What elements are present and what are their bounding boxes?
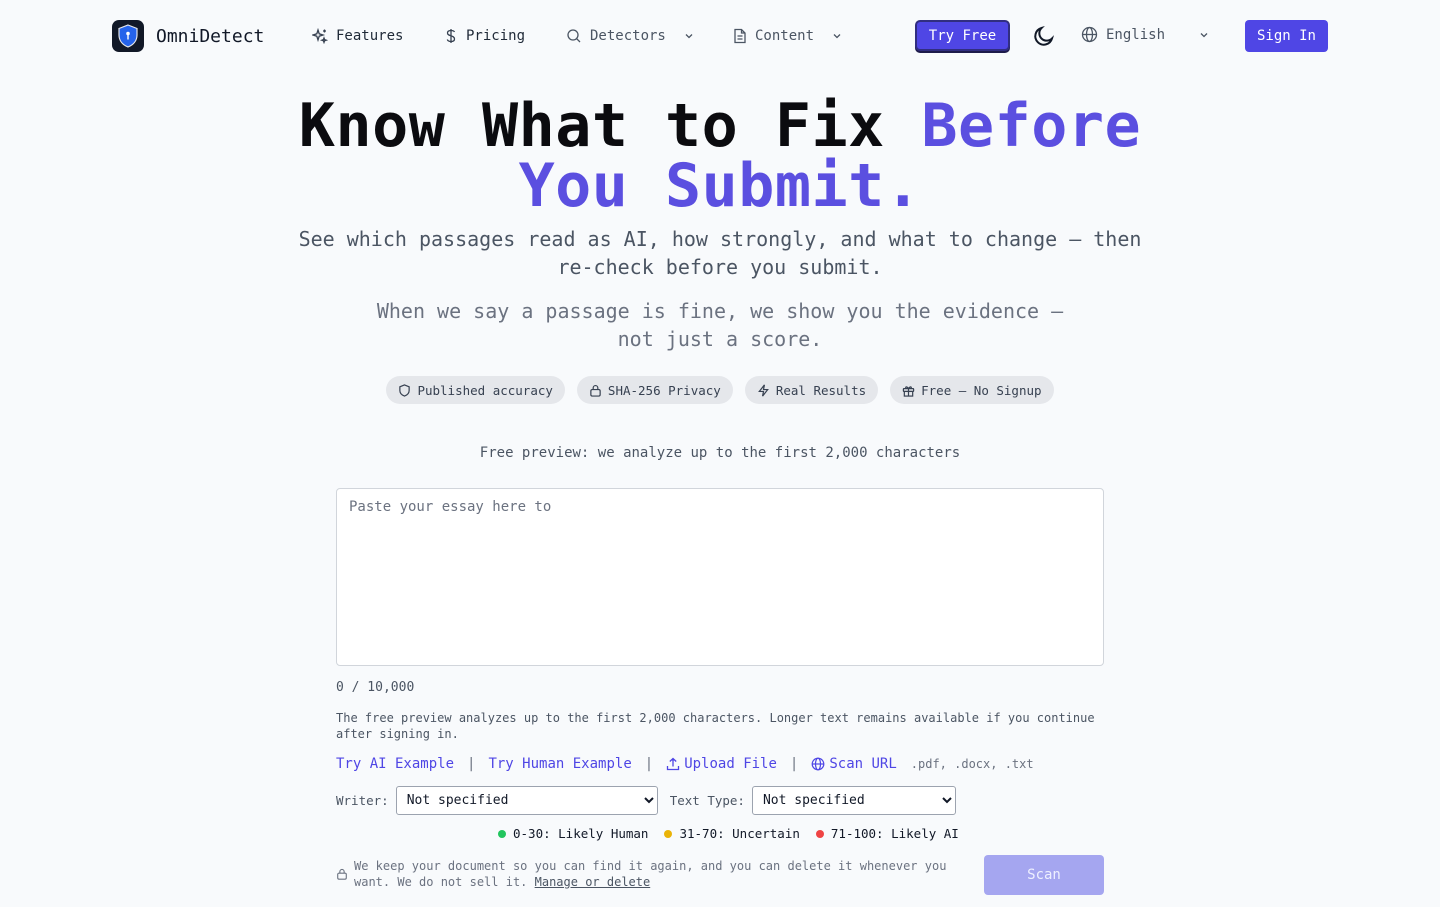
upload-file-label: Upload File: [684, 756, 777, 772]
hero-title-end: .: [884, 151, 922, 221]
chevron-down-icon: [1200, 32, 1208, 37]
gift-icon: [902, 385, 915, 397]
try-human-example-link[interactable]: Try Human Example: [488, 756, 631, 772]
privacy-notice: We keep your document so you can find it…: [336, 858, 956, 890]
sign-in-button[interactable]: Sign In: [1245, 20, 1328, 52]
dark-mode-toggle[interactable]: [1032, 24, 1056, 52]
legend-likely-ai: 71-100: Likely AI: [815, 826, 959, 841]
green-dot-icon: [498, 829, 506, 838]
try-ai-example-link[interactable]: Try AI Example: [336, 756, 454, 772]
badge-label: Free — No Signup: [921, 382, 1042, 398]
document-icon: [734, 28, 746, 44]
badge-label: Real Results: [775, 382, 867, 398]
lock-icon: [337, 868, 347, 880]
separator: |: [644, 756, 654, 772]
hero-subtitle-2: When we say a passage is fine, we show y…: [376, 299, 1064, 351]
nav-content[interactable]: Content: [733, 26, 842, 46]
badge-free-no-signup: Free — No Signup: [890, 376, 1054, 404]
shield-logo-icon: [112, 20, 144, 52]
badge-sha256-privacy: SHA-256 Privacy: [576, 376, 733, 404]
legend-label: 31-70: Uncertain: [679, 826, 800, 841]
scan-button[interactable]: Scan: [984, 855, 1104, 895]
character-counter: 0 / 10,000: [336, 680, 415, 695]
privacy-text-block: We keep your document so you can find it…: [354, 858, 956, 890]
writer-label: Writer:: [336, 793, 389, 808]
separator: |: [467, 756, 476, 772]
globe-icon: [811, 757, 825, 771]
options-row: Writer: Not specified Text Type: Not spe…: [336, 786, 956, 815]
supported-formats: .pdf, .docx, .txt: [910, 757, 1034, 771]
legend-label: 71-100: Likely AI: [830, 826, 959, 841]
nav-pricing[interactable]: Pricing: [444, 26, 525, 46]
nav-features[interactable]: Features: [312, 26, 403, 46]
hero-title: Know What to Fix Before You Submit.: [0, 96, 1440, 216]
lock-icon: [590, 384, 601, 397]
brand-name: OmniDetect: [156, 25, 265, 47]
hero-title-accent-1: Before: [921, 91, 1142, 161]
chevron-down-icon: [833, 34, 841, 39]
hero-subtitle: See which passages read as AI, how stron…: [298, 227, 1142, 279]
scan-url-label: Scan URL: [829, 756, 897, 772]
scan-url-link[interactable]: Scan URL: [811, 756, 897, 772]
search-icon: [567, 29, 581, 43]
manage-or-delete-link[interactable]: Manage or delete: [535, 875, 651, 889]
separator: |: [789, 756, 799, 772]
nav-pricing-label: Pricing: [466, 28, 526, 44]
legend-label: 0-30: Likely Human: [513, 826, 649, 841]
try-free-button[interactable]: Try Free: [915, 20, 1010, 51]
legend-uncertain: 31-70: Uncertain: [664, 826, 800, 841]
writer-select[interactable]: Not specified: [395, 786, 658, 815]
text-type-select[interactable]: Not specified: [751, 786, 956, 815]
nav-content-label: Content: [755, 28, 815, 44]
language-label: English: [1106, 26, 1166, 43]
score-legend: 0-30: Likely Human 31-70: Uncertain 71-1…: [498, 826, 959, 841]
moon-icon: [1034, 25, 1055, 46]
text-type-label: Text Type:: [669, 793, 745, 808]
badge-published-accuracy: Published accuracy: [386, 376, 565, 404]
sparkles-icon: [312, 28, 328, 44]
free-preview-note: Free preview: we analyze up to the first…: [479, 445, 961, 461]
dollar-icon: [446, 29, 456, 43]
nav-detectors-label: Detectors: [590, 28, 666, 44]
legend-likely-human: 0-30: Likely Human: [498, 826, 648, 841]
chevron-down-icon: [685, 34, 693, 39]
essay-input[interactable]: [336, 488, 1104, 666]
upload-icon: [667, 757, 680, 771]
top-nav: OmniDetect Features Pricing Detectors Co…: [0, 0, 1440, 72]
nav-detectors[interactable]: Detectors: [566, 26, 694, 46]
upload-file-link[interactable]: Upload File: [666, 756, 777, 772]
badge-real-results: Real Results: [744, 376, 879, 404]
nav-features-label: Features: [336, 28, 404, 44]
hero-title-accent-2: You Submit: [518, 151, 885, 221]
globe-icon: [1081, 26, 1098, 43]
language-selector[interactable]: English: [1081, 26, 1209, 43]
free-preview-info: The free preview analyzes up to the firs…: [336, 711, 1095, 741]
red-dot-icon: [815, 829, 824, 838]
yellow-dot-icon: [664, 829, 673, 838]
feature-badges: Published accuracy SHA-256 Privacy Real …: [0, 376, 1440, 404]
bolt-icon: [757, 384, 769, 396]
input-actions: Try AI Example | Try Human Example | Upl…: [336, 754, 1034, 774]
badge-label: Published accuracy: [417, 382, 553, 398]
badge-label: SHA-256 Privacy: [607, 382, 721, 398]
shield-icon: [399, 383, 411, 397]
brand[interactable]: OmniDetect: [112, 20, 264, 52]
